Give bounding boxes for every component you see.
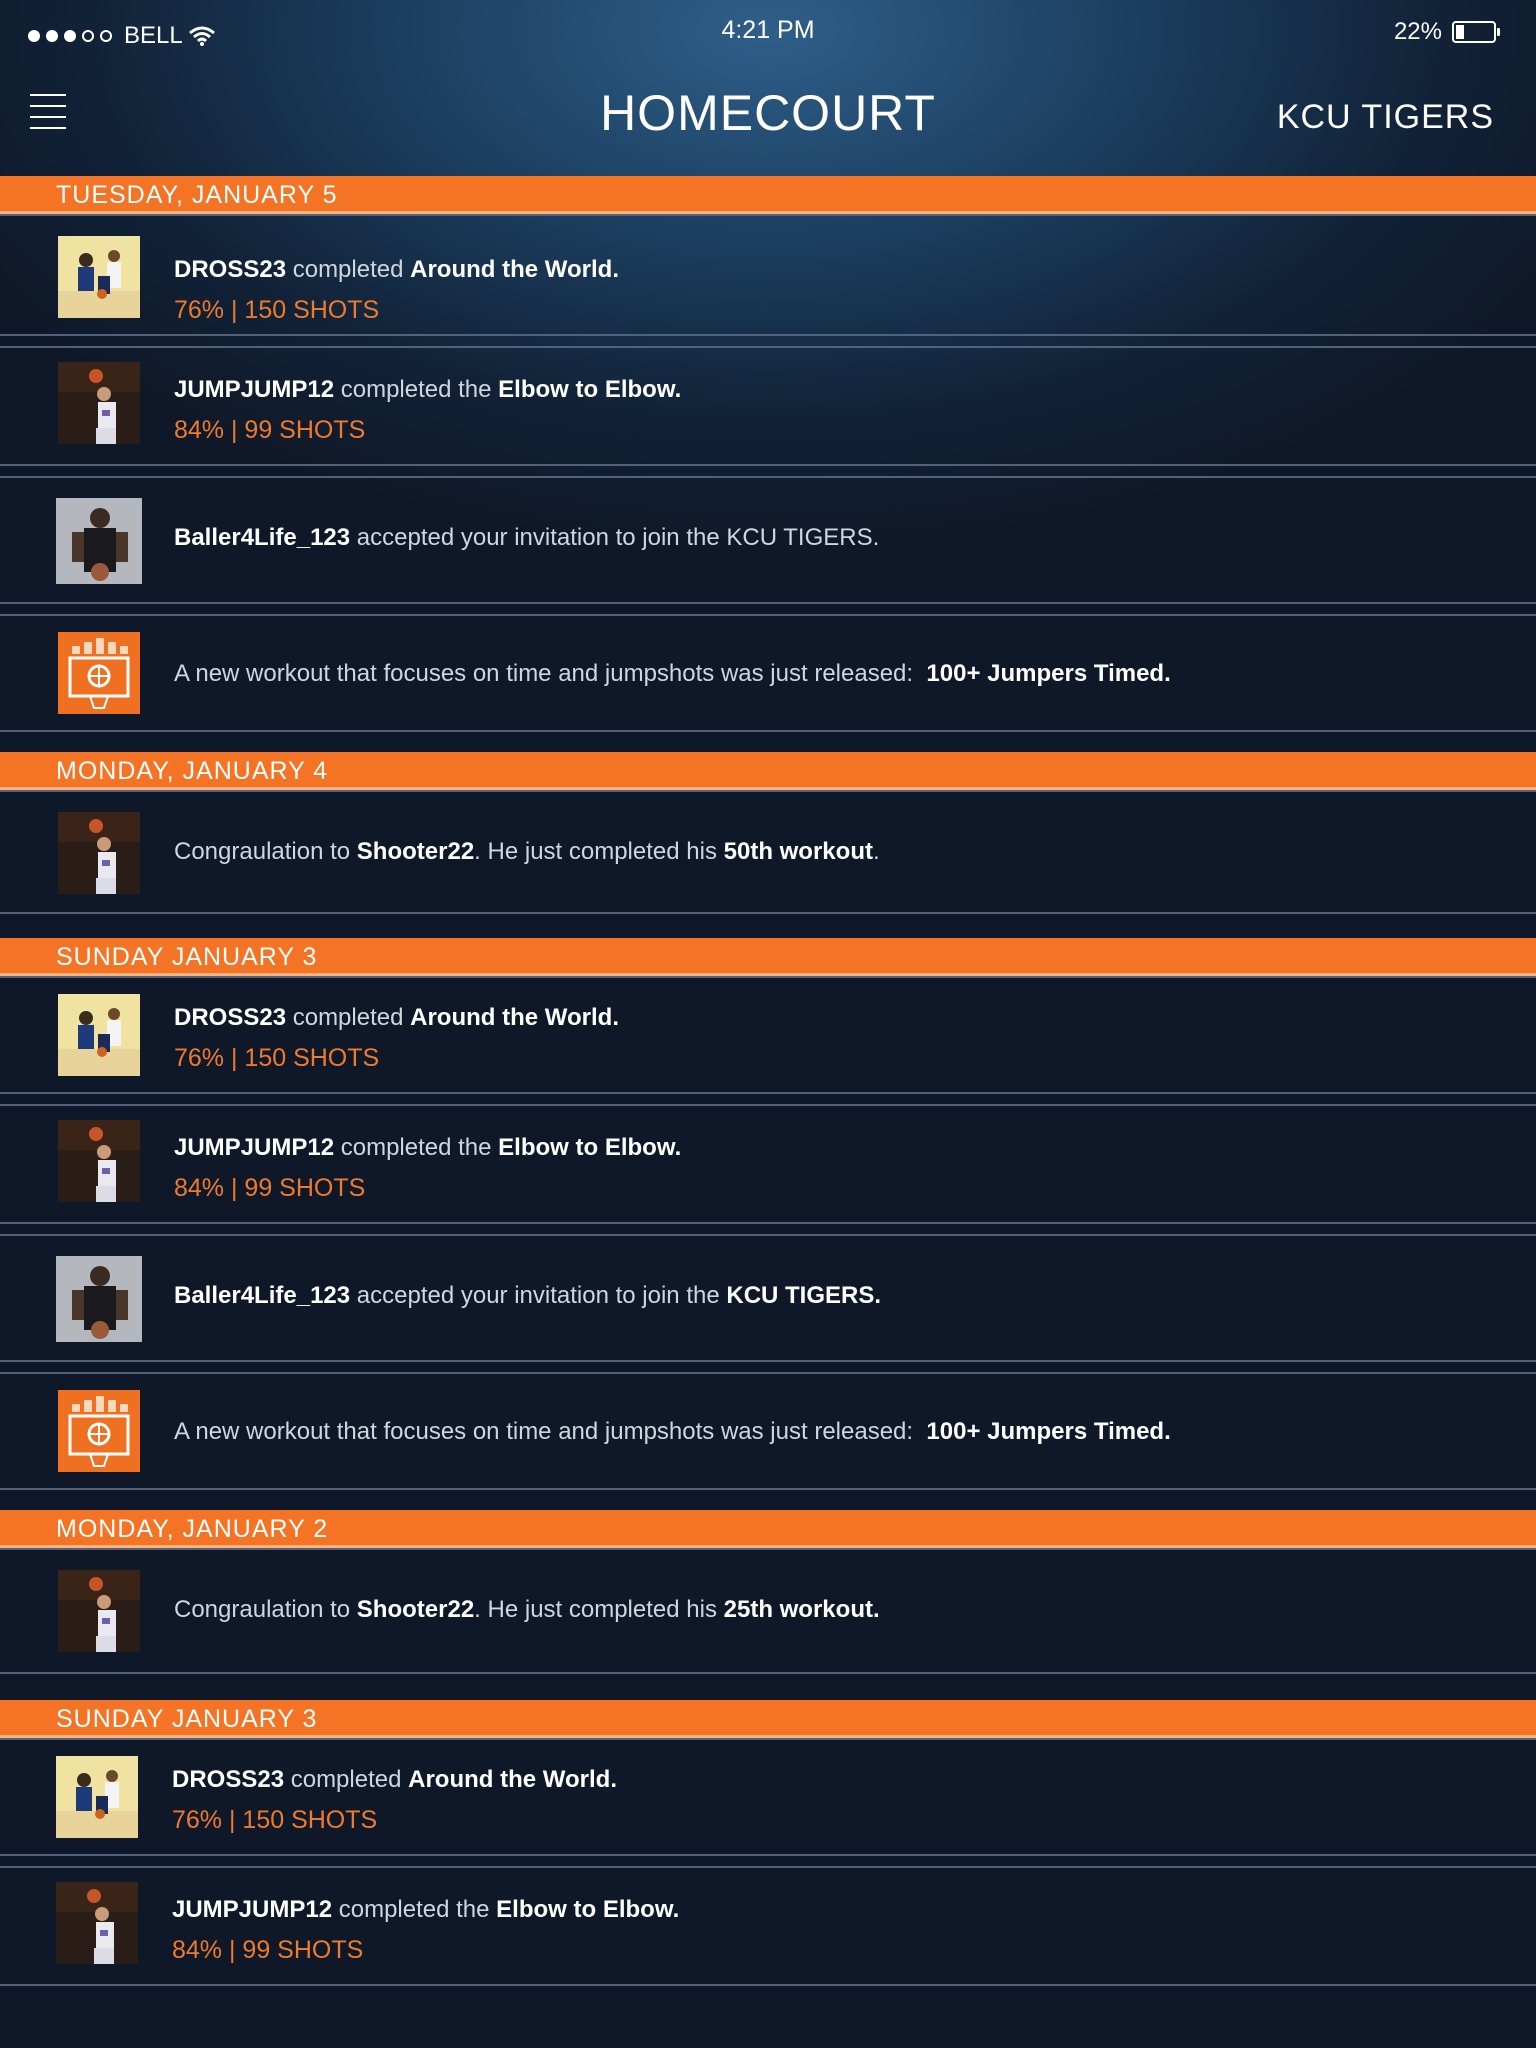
feed-verb: . He just completed his xyxy=(474,838,717,865)
date-header: MONDAY, JANUARY 2 xyxy=(0,1510,1536,1548)
feed-verb: accepted your invitation to join the xyxy=(356,1282,720,1309)
team-name: KCU TIGERS. xyxy=(726,524,880,551)
workout-link[interactable]: Around the World. xyxy=(410,1004,619,1031)
user-avatar xyxy=(58,362,140,444)
user-avatar xyxy=(56,1256,142,1342)
username-link[interactable]: JUMPJUMP12 xyxy=(174,1134,334,1161)
battery-icon xyxy=(1452,21,1500,43)
workout-stats: 76% | 150 SHOTS xyxy=(174,1044,380,1072)
feed-verb: . He just completed his xyxy=(474,1596,717,1623)
workout-link[interactable]: Elbow to Elbow. xyxy=(496,1896,679,1923)
feed-item[interactable]: JUMPJUMP12 completed the Elbow to Elbow.… xyxy=(0,346,1536,466)
workout-stats: 76% | 150 SHOTS xyxy=(174,296,380,324)
feed-text: Congraulation to Shooter22. He just comp… xyxy=(174,838,880,866)
punctuation: . xyxy=(872,838,880,865)
feed-item[interactable]: Baller4Life_123 accepted your invitation… xyxy=(0,476,1536,604)
workout-stats: 76% | 150 SHOTS xyxy=(172,1806,378,1834)
user-avatar xyxy=(56,1882,138,1964)
feed-verb: completed the xyxy=(340,376,492,403)
feed-text: Baller4Life_123 accepted your invitation… xyxy=(174,1282,881,1310)
date-header: SUNDAY JANUARY 3 xyxy=(0,1700,1536,1738)
announcement-text: A new workout that focuses on time and j… xyxy=(174,1418,914,1445)
feed-item[interactable]: DROSS23 completed Around the World. 76% … xyxy=(0,1738,1536,1856)
feed-verb: completed xyxy=(292,1004,404,1031)
user-avatar xyxy=(56,1756,138,1838)
feed-verb: Congraulation to xyxy=(174,1596,351,1623)
date-header: TUESDAY, JANUARY 5 xyxy=(0,176,1536,214)
feed-verb: completed the xyxy=(338,1896,490,1923)
feed-text: Congraulation to Shooter22. He just comp… xyxy=(174,1596,880,1624)
feed-item[interactable]: Baller4Life_123 accepted your invitation… xyxy=(0,1234,1536,1362)
feed-text: Baller4Life_123 accepted your invitation… xyxy=(174,524,879,552)
workout-link[interactable]: Elbow to Elbow. xyxy=(498,376,681,403)
battery-percent: 22% xyxy=(1393,18,1442,45)
username-link[interactable]: Baller4Life_123 xyxy=(174,1282,350,1309)
team-name[interactable]: KCU TIGERS. xyxy=(726,1282,881,1309)
feed-verb: Congraulation to xyxy=(174,838,351,865)
clock: 4:21 PM xyxy=(721,16,815,44)
date-header: MONDAY, JANUARY 4 xyxy=(0,752,1536,790)
team-selector[interactable]: KCU TIGERS xyxy=(1277,98,1494,137)
workout-link[interactable]: Around the World. xyxy=(410,256,619,283)
username-link[interactable]: Shooter22 xyxy=(357,838,474,865)
feed-text: JUMPJUMP12 completed the Elbow to Elbow. xyxy=(174,1134,681,1162)
feed-item[interactable]: A new workout that focuses on time and j… xyxy=(0,614,1536,732)
username-link[interactable]: DROSS23 xyxy=(174,256,286,283)
workout-link[interactable]: 100+ Jumpers Timed. xyxy=(926,1418,1170,1445)
username-link[interactable]: Baller4Life_123 xyxy=(174,524,350,551)
workout-icon xyxy=(58,1390,140,1472)
status-bar: BELL 4:21 PM 22% xyxy=(0,0,1536,64)
milestone: 50th workout xyxy=(723,838,873,865)
feed-item[interactable]: Congraulation to Shooter22. He just comp… xyxy=(0,1548,1536,1674)
date-header: SUNDAY JANUARY 3 xyxy=(0,938,1536,976)
username-link[interactable]: JUMPJUMP12 xyxy=(174,376,334,403)
battery-status: 22% xyxy=(1393,18,1500,46)
feed-text: DROSS23 completed Around the World. xyxy=(174,1004,619,1032)
feed-verb: completed the xyxy=(340,1134,492,1161)
user-avatar xyxy=(58,1570,140,1652)
workout-stats: 84% | 99 SHOTS xyxy=(172,1936,364,1964)
feed-text: A new workout that focuses on time and j… xyxy=(174,660,1171,688)
feed-text: JUMPJUMP12 completed the Elbow to Elbow. xyxy=(174,376,681,404)
username-link[interactable]: Shooter22 xyxy=(357,1596,474,1623)
announcement-text: A new workout that focuses on time and j… xyxy=(174,660,914,687)
username-link[interactable]: JUMPJUMP12 xyxy=(172,1896,332,1923)
workout-link[interactable]: 100+ Jumpers Timed. xyxy=(926,660,1170,687)
feed-text: JUMPJUMP12 completed the Elbow to Elbow. xyxy=(172,1896,679,1924)
activity-feed: TUESDAY, JANUARY 5 DROSS23 completed Aro… xyxy=(0,176,1536,1986)
workout-stats: 84% | 99 SHOTS xyxy=(174,1174,366,1202)
feed-verb: accepted your invitation to join the xyxy=(356,524,720,551)
navigation-bar: HOMECOURT KCU TIGERS xyxy=(0,64,1536,176)
user-avatar xyxy=(58,236,140,318)
battery-level xyxy=(1456,25,1464,39)
feed-text: DROSS23 completed Around the World. xyxy=(172,1766,617,1794)
user-avatar xyxy=(56,498,142,584)
milestone: 25th workout. xyxy=(723,1596,880,1623)
workout-icon xyxy=(58,632,140,714)
user-avatar xyxy=(58,1120,140,1202)
feed-verb: completed xyxy=(292,256,404,283)
workout-link[interactable]: Around the World. xyxy=(408,1766,617,1793)
username-link[interactable]: DROSS23 xyxy=(172,1766,284,1793)
user-avatar xyxy=(58,994,140,1076)
user-avatar xyxy=(58,812,140,894)
feed-text: DROSS23 completed Around the World. xyxy=(174,256,619,284)
workout-stats: 84% | 99 SHOTS xyxy=(174,416,366,444)
feed-verb: completed xyxy=(290,1766,402,1793)
feed-item[interactable]: DROSS23 completed Around the World. 76% … xyxy=(0,976,1536,1094)
app-root: BELL 4:21 PM 22% HOMECOURT KCU TIGERS TU… xyxy=(0,0,1536,2048)
feed-item[interactable]: JUMPJUMP12 completed the Elbow to Elbow.… xyxy=(0,1866,1536,1986)
feed-item[interactable]: A new workout that focuses on time and j… xyxy=(0,1372,1536,1490)
username-link[interactable]: DROSS23 xyxy=(174,1004,286,1031)
feed-text: A new workout that focuses on time and j… xyxy=(174,1418,1171,1446)
workout-link[interactable]: Elbow to Elbow. xyxy=(498,1134,681,1161)
feed-item[interactable]: DROSS23 completed Around the World. 76% … xyxy=(0,214,1536,336)
feed-item[interactable]: JUMPJUMP12 completed the Elbow to Elbow.… xyxy=(0,1104,1536,1224)
feed-item[interactable]: Congraulation to Shooter22. He just comp… xyxy=(0,790,1536,914)
